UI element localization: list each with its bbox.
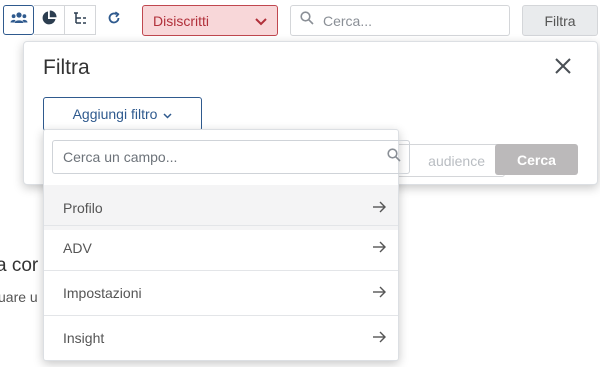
dropdown-item-adv[interactable]: ADV [44,225,398,270]
audience-icon [10,11,28,30]
dropdown-item-label: Profilo [63,199,103,216]
refresh-icon [107,10,121,30]
panel-title: Filtra [43,56,90,79]
save-audience-button[interactable]: audience [396,144,505,177]
arrow-right-icon [372,240,386,256]
search-icon [300,11,314,30]
arrow-right-icon [372,330,386,346]
field-dropdown: Profilo ADV Impostazioni Insight [43,129,410,361]
dropdown-item-insight[interactable]: Insight [44,315,398,360]
status-select-value: Disiscritti [153,12,209,29]
close-button[interactable] [552,57,574,79]
background-subtext: uare u [0,289,38,305]
add-filter-label: Aggiungi filtro [72,106,158,122]
dropdown-item-profilo[interactable]: Profilo [44,185,398,230]
field-search[interactable] [52,140,410,174]
dropdown-item-label: Impostazioni [63,285,142,301]
search-icon [387,147,401,167]
search-submit-button[interactable]: Cerca [495,144,578,175]
status-select[interactable]: Disiscritti [142,5,278,36]
search-input[interactable] [321,11,505,30]
pie-chart-icon [41,9,57,31]
dropdown-item-label: Insight [63,330,105,346]
tree-icon [73,11,87,30]
refresh-button[interactable] [98,5,129,35]
audience-view-button[interactable] [3,5,34,35]
pie-chart-view-button[interactable] [34,5,65,35]
filter-toggle-button[interactable]: Filtra [522,5,598,36]
chevron-down-icon [163,106,172,122]
add-filter-button[interactable]: Aggiungi filtro [43,97,202,131]
dropdown-item-label: ADV [63,240,92,256]
search-field[interactable] [290,5,510,36]
arrow-right-icon [372,200,386,216]
dropdown-item-impostazioni[interactable]: Impostazioni [44,270,398,315]
chevron-down-icon [255,13,267,29]
tree-view-button[interactable] [65,5,96,35]
background-heading: a cor [0,255,39,276]
field-search-input[interactable] [61,148,387,166]
arrow-right-icon [372,285,386,301]
save-audience-label: audience [428,152,485,169]
filter-toggle-label: Filtra [544,12,576,29]
search-submit-label: Cerca [517,151,556,168]
close-icon [555,57,571,79]
